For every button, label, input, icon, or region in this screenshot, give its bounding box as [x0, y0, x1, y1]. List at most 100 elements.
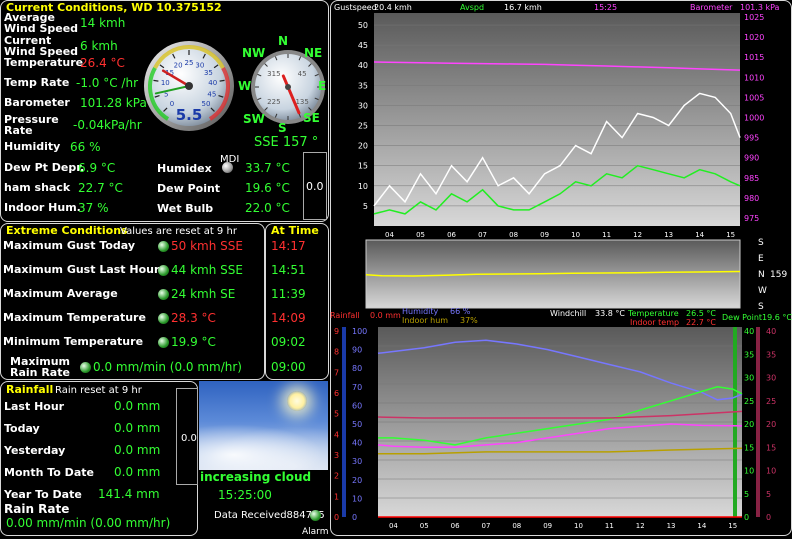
y-right-tick-label: 980	[744, 194, 759, 203]
y-right-tick-label: 1020	[744, 33, 764, 42]
humidity-axis-label: 40	[352, 439, 362, 448]
current-row-value: 6 kmh	[80, 39, 118, 53]
legend-text: Indoor hum	[402, 316, 448, 325]
gauge-tick	[153, 79, 159, 82]
legend-text: 20.4 kmh	[374, 3, 412, 12]
extreme-row-value: 19.9 °C	[171, 335, 216, 349]
extreme-indicator	[158, 265, 169, 276]
x-tick-label: 12	[633, 231, 642, 239]
gauge-readout: 5.5	[176, 106, 203, 124]
extreme-subtitle: Values are reset at 9 hr	[120, 226, 237, 237]
extreme-indicator	[158, 313, 169, 324]
graphs-svg: 5045403530252015105102510201015101010051…	[330, 3, 792, 530]
legend-text: 19.6 °C	[762, 313, 792, 322]
current-row-label: Average Wind Speed	[4, 11, 79, 35]
extreme-row-time: 09:00	[271, 360, 306, 374]
compass-label: SE	[303, 111, 320, 125]
current-row-value: 66 %	[70, 140, 101, 154]
cloud-icon	[199, 419, 328, 470]
x-tick-label: 12	[636, 522, 645, 530]
y-right-tick-label: 1015	[744, 53, 764, 62]
y-right-tick-label: 990	[744, 154, 759, 163]
y-right-tick-label: 1005	[744, 93, 764, 102]
x-tick-label: 06	[451, 522, 460, 530]
humidity-axis-label: 70	[352, 383, 362, 392]
direction-tick-label: N	[758, 270, 765, 280]
humidity-axis-label: 0	[352, 513, 357, 522]
current-row-label: Temperature	[4, 56, 84, 69]
current-right-value: 19.6 °C	[245, 181, 290, 195]
direction-tick-label: S	[758, 302, 764, 312]
current-right-label: Wet Bulb	[157, 202, 214, 215]
gauge-tick-label: 50	[202, 100, 211, 108]
wind-direction-readout: SSE 157 °	[254, 135, 319, 150]
x-tick-label: 09	[540, 231, 549, 239]
current-row-label: ham shack	[4, 181, 71, 194]
temp2-axis-label: 5	[766, 490, 771, 499]
rainfall-row-value: 0.0 mm	[114, 421, 161, 435]
x-tick-label: 04	[389, 522, 398, 530]
y-tick-label: 15	[358, 162, 368, 171]
current-row-value: 22.7 °C	[78, 181, 123, 195]
extreme-row-time: 14:51	[271, 263, 306, 277]
wind-speed-gauge: 05101520 25 3035404550 5.5	[144, 41, 234, 131]
legend-text: Rainfall	[330, 311, 360, 320]
y-right-tick-label: 995	[744, 134, 759, 143]
legend-text: Gustspeed	[334, 3, 377, 12]
rainfall-row-value: 0.0 mm	[114, 465, 161, 479]
humidity-axis-label: 90	[352, 346, 362, 355]
y-right-tick-label: 1025	[744, 13, 764, 22]
extreme-indicator	[80, 362, 91, 373]
rain-axis-label: 0	[334, 513, 339, 522]
x-tick-label: 04	[385, 231, 394, 239]
y-tick-label: 10	[358, 182, 368, 191]
rain-rate-value: 0.00 mm/min (0.00 mm/hr)	[6, 516, 171, 530]
x-tick-label: 05	[416, 231, 425, 239]
rainfall-row-label: Year To Date	[4, 488, 82, 501]
current-right-value: 33.7 °C	[245, 161, 290, 175]
gauge-tick-label: 25	[185, 59, 194, 67]
legend-text: 0.0 mm	[370, 311, 401, 320]
extreme-row-label: Minimum Temperature	[3, 335, 144, 348]
current-row-label: Indoor Hum.	[4, 201, 81, 214]
legend-text: Avspd	[460, 3, 484, 12]
mdi-indicator[interactable]	[222, 162, 233, 173]
rain-axis-label: 5	[334, 410, 339, 419]
rainfall-row-label: Today	[4, 422, 40, 435]
gauge-tick-label: 20	[174, 62, 183, 70]
temp-bar-axis	[733, 327, 737, 517]
x-tick-label: 13	[664, 231, 673, 239]
temp2-axis-label: 0	[766, 513, 771, 522]
temp-axis-label: 15	[744, 443, 754, 452]
current-side-value: 0.0	[306, 180, 324, 193]
temp-axis-label: 35	[744, 350, 754, 359]
y-right-tick-label: 1010	[744, 73, 764, 82]
current-row-label: Pressure Rate	[4, 113, 59, 137]
gauge-tick-label: 0	[170, 100, 174, 108]
compass-label: SW	[243, 112, 265, 126]
humidity-axis-label: 20	[352, 476, 362, 485]
current-time: 15:25:00	[218, 488, 272, 502]
temp2-bar-axis	[756, 327, 760, 517]
x-tick-label: 10	[574, 522, 583, 530]
current-right-label: Dew Point	[157, 182, 221, 195]
data-received: Data Received884735	[214, 510, 325, 521]
temp2-axis-label: 15	[766, 443, 776, 452]
y-tick-label: 30	[358, 101, 368, 110]
rainfall-row-label: Last Hour	[4, 400, 65, 413]
extreme-row-label: Maximum Rain Rate	[10, 355, 70, 379]
x-tick-label: 09	[543, 522, 552, 530]
extreme-row-time: 11:39	[271, 287, 306, 301]
y-right-tick-label: 1000	[744, 113, 764, 122]
x-tick-label: 08	[509, 231, 518, 239]
extreme-row-time: 14:09	[271, 311, 306, 325]
rainfall-row-value: 141.4 mm	[98, 487, 160, 501]
compass-inner-label: 45	[298, 70, 307, 78]
y-tick-label: 25	[358, 122, 368, 131]
temp-axis-label: 0	[744, 513, 749, 522]
extreme-row-time: 14:17	[271, 239, 306, 253]
extreme-row-label: Maximum Gust Last Hour	[3, 263, 160, 276]
extreme-row-label: Maximum Temperature	[3, 311, 146, 324]
x-tick-label: 13	[667, 522, 676, 530]
compass-label: W	[238, 79, 252, 93]
